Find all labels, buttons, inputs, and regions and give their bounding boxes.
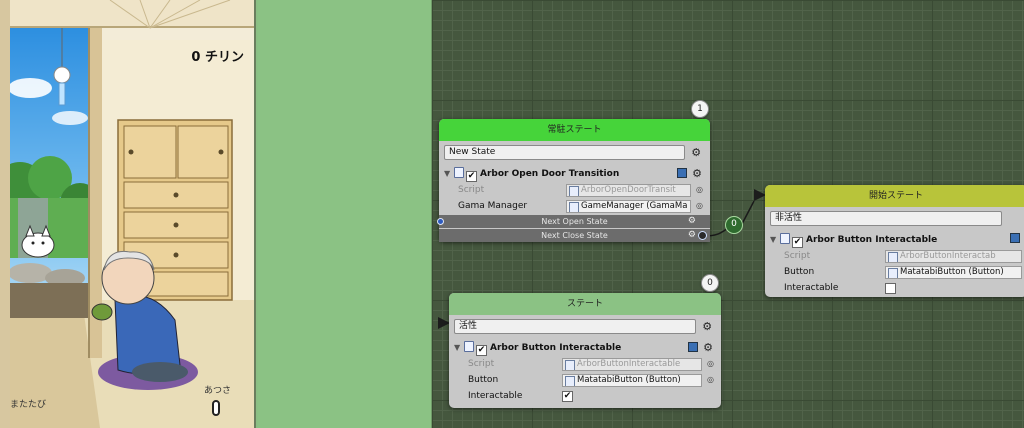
gear-icon[interactable]: ⚙	[699, 320, 715, 333]
heat-label: あつさ	[204, 386, 232, 396]
behaviour-button-interactable[interactable]: ▼ ✔ Arbor Button Interactable	[770, 232, 1022, 248]
matatabi-label[interactable]: またたび	[10, 397, 46, 410]
currency-counter: 0 チリン	[191, 50, 244, 65]
foldout-triangle-icon[interactable]: ▼	[444, 166, 454, 182]
link-next-close-state[interactable]: Next Close State ⚙	[439, 229, 710, 242]
behaviour-open-door-transition[interactable]: ▼ ✔ Arbor Open Door Transition ⚙	[444, 166, 705, 182]
start-state-node[interactable]: 開始ステート 非活性 ▼ ✔ Arbor Button Interactable S…	[765, 185, 1024, 297]
thermometer-icon	[212, 400, 220, 416]
script-field: ArborButtonInteractab	[885, 250, 1022, 263]
link-slot-right[interactable]	[698, 231, 707, 240]
prop-script: Script ArborButtonInteractable ◎	[454, 356, 716, 372]
arbor-graph-canvas[interactable]: 1 常駐ステート New State ⚙ ▼ ✔ Arbor Open Door T…	[432, 0, 1024, 428]
behaviour-enabled-checkbox[interactable]: ✔	[476, 345, 487, 356]
object-picker-icon[interactable]: ◎	[707, 372, 714, 388]
help-book-icon[interactable]	[677, 167, 687, 178]
interactable-checkbox[interactable]	[885, 283, 896, 294]
script-icon	[464, 341, 474, 352]
state-badge: 0	[701, 274, 719, 292]
white-cat	[21, 224, 55, 258]
script-field: ArborButtonInteractable	[562, 358, 702, 371]
object-picker-icon: ◎	[707, 359, 714, 368]
gear-icon[interactable]: ⚙	[688, 146, 704, 159]
button-field[interactable]: MatatabiButton (Button)	[562, 374, 702, 387]
gear-icon[interactable]: ⚙	[688, 215, 696, 228]
help-book-icon[interactable]	[688, 341, 698, 352]
foldout-triangle-icon[interactable]: ▼	[454, 340, 464, 356]
gear-icon[interactable]: ⚙	[688, 229, 696, 242]
link-next-open-state[interactable]: Next Open State ⚙	[437, 215, 710, 228]
resident-state-title[interactable]: 常駐ステート	[439, 119, 710, 141]
interactable-checkbox[interactable]: ✔	[562, 391, 573, 402]
resident-state-node[interactable]: 常駐ステート New State ⚙ ▼ ✔ Arbor Open Door Tra…	[437, 119, 710, 242]
behaviour-enabled-checkbox[interactable]: ✔	[466, 171, 477, 182]
resident-state-badge: 1	[691, 100, 709, 118]
gear-icon[interactable]: ⚙	[700, 340, 716, 356]
gear-icon[interactable]: ⚙	[689, 166, 705, 182]
prop-interactable: Interactable	[770, 280, 1022, 296]
prop-script: Script ArborButtonInteractab	[770, 248, 1022, 264]
gama-manager-field[interactable]: GameManager (GamaMa	[566, 200, 691, 213]
game-preview: 0 チリン またたび あつさ	[0, 0, 256, 428]
object-picker-icon: ◎	[696, 185, 703, 194]
state-node[interactable]: ステート 活性 ⚙ ▼ ✔ Arbor Button Interactable ⚙ …	[449, 293, 721, 408]
script-icon	[454, 167, 464, 178]
start-state-name-field[interactable]: 非活性	[770, 211, 1002, 226]
behaviour-button-interactable[interactable]: ▼ ✔ Arbor Button Interactable ⚙	[454, 340, 716, 356]
state-name-field[interactable]: 活性	[454, 319, 696, 334]
transition-count-badge: 0	[725, 216, 743, 234]
foldout-triangle-icon[interactable]: ▼	[770, 232, 780, 248]
start-state-title[interactable]: 開始ステート	[765, 185, 1024, 207]
behaviour-name: Arbor Open Door Transition	[480, 169, 620, 179]
prop-interactable: Interactable ✔	[468, 391, 573, 402]
state-title[interactable]: ステート	[449, 293, 721, 315]
prop-button: Button MatatabiButton (Button) ◎	[454, 372, 716, 388]
script-icon	[780, 233, 790, 244]
behaviour-enabled-checkbox[interactable]: ✔	[792, 237, 803, 248]
prop-gama-manager: Gama Manager GameManager (GamaMa ◎	[444, 198, 705, 214]
help-book-icon[interactable]	[1010, 233, 1020, 243]
script-field: ArborOpenDoorTransit	[566, 184, 691, 197]
resident-state-name-field[interactable]: New State	[444, 145, 685, 160]
behaviour-name: Arbor Button Interactable	[806, 235, 938, 245]
link-slot-left[interactable]	[437, 218, 444, 225]
prop-button: Button MatatabiButton (Button)	[770, 264, 1022, 280]
object-picker-icon[interactable]: ◎	[696, 198, 703, 214]
button-field[interactable]: MatatabiButton (Button)	[885, 266, 1022, 279]
behaviour-name: Arbor Button Interactable	[490, 343, 622, 353]
side-panel	[258, 0, 432, 428]
prop-script: Script ArborOpenDoorTransit ◎	[444, 182, 705, 198]
